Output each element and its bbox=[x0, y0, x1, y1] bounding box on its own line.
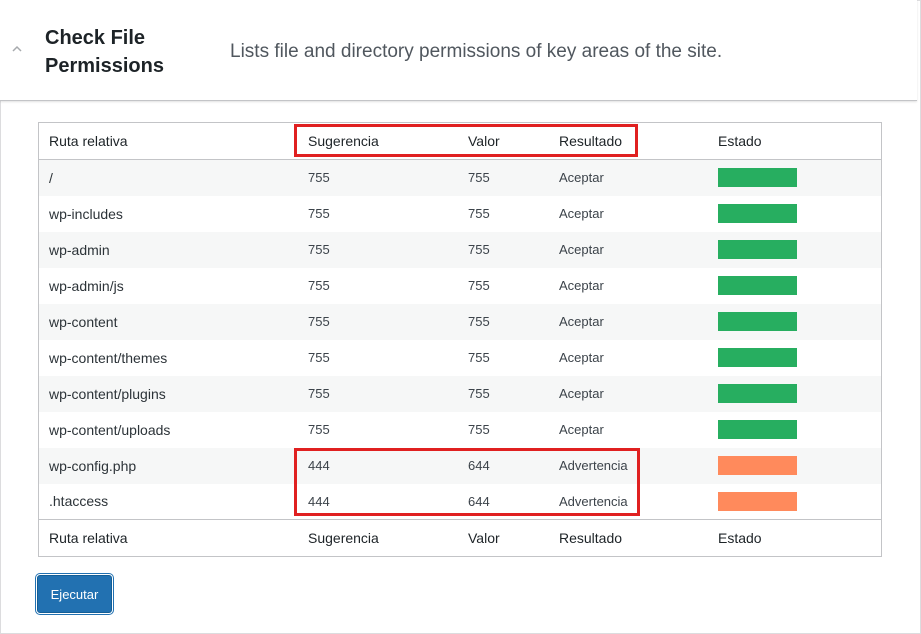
cell-path: wp-config.php bbox=[49, 457, 137, 474]
cell-suggested: 755 bbox=[308, 206, 330, 221]
cell-value: 755 bbox=[468, 386, 490, 401]
cell-value: 755 bbox=[468, 314, 490, 329]
column-header-status: Estado bbox=[718, 133, 762, 149]
cell-path: wp-content bbox=[49, 313, 118, 330]
cell-result: Aceptar bbox=[559, 206, 604, 221]
cell-result: Aceptar bbox=[559, 386, 604, 401]
status-bar bbox=[718, 168, 797, 188]
panel-description: Lists file and directory permissions of … bbox=[230, 41, 723, 62]
cell-path: wp-content/plugins bbox=[49, 385, 166, 402]
cell-result: Aceptar bbox=[559, 242, 604, 257]
cell-result: Advertencia bbox=[559, 458, 628, 473]
column-footer-status: Estado bbox=[718, 530, 762, 546]
cell-value: 755 bbox=[468, 350, 490, 365]
table-row: wp-includes 755 755 Aceptar bbox=[39, 196, 881, 232]
cell-status bbox=[718, 340, 881, 376]
cell-result: Aceptar bbox=[559, 350, 604, 365]
table-footer-row: Ruta relativa Sugerencia Valor Resultado… bbox=[39, 519, 881, 557]
cell-value: 755 bbox=[468, 206, 490, 221]
cell-suggested: 755 bbox=[308, 170, 330, 186]
cell-path: wp-admin bbox=[49, 241, 110, 258]
status-bar bbox=[718, 240, 797, 259]
cell-suggested: 755 bbox=[308, 386, 330, 401]
cell-result: Aceptar bbox=[559, 314, 604, 329]
cell-status bbox=[718, 376, 881, 412]
table-row: / 755 755 Aceptar bbox=[39, 159, 881, 196]
cell-result: Advertencia bbox=[559, 493, 628, 509]
cell-status bbox=[718, 196, 881, 232]
table-header-row: Ruta relativa Sugerencia Valor Resultado… bbox=[39, 123, 881, 160]
column-footer-value: Valor bbox=[468, 530, 500, 546]
cell-path: .htaccess bbox=[49, 493, 109, 510]
status-bar bbox=[718, 491, 797, 511]
table-row: wp-content/themes 755 755 Aceptar bbox=[39, 340, 881, 376]
status-bar bbox=[718, 348, 797, 367]
cell-status bbox=[718, 232, 881, 268]
column-header-value: Valor bbox=[468, 133, 500, 149]
cell-status bbox=[718, 448, 881, 484]
table-row: wp-content 755 755 Aceptar bbox=[39, 303, 881, 340]
cell-path: wp-includes bbox=[49, 205, 123, 222]
cell-status bbox=[718, 304, 881, 340]
cell-value: 755 bbox=[468, 170, 490, 186]
column-header-path: Ruta relativa bbox=[49, 133, 128, 149]
status-bar bbox=[718, 312, 797, 331]
column-header-suggested: Sugerencia bbox=[308, 133, 379, 149]
cell-result: Aceptar bbox=[559, 170, 604, 186]
column-footer-result: Resultado bbox=[559, 530, 623, 546]
table-row: wp-content/plugins 755 755 Aceptar bbox=[39, 375, 881, 412]
cell-status bbox=[718, 484, 881, 520]
run-button[interactable]: Ejecutar bbox=[37, 575, 112, 613]
table-row: wp-content/uploads 755 755 Aceptar bbox=[39, 412, 881, 448]
status-bar bbox=[718, 456, 797, 475]
panel-title: Check File Permissions bbox=[45, 27, 164, 77]
cell-status bbox=[718, 160, 881, 196]
cell-value: 755 bbox=[468, 242, 490, 257]
column-footer-path: Ruta relativa bbox=[49, 530, 128, 546]
status-bar bbox=[718, 204, 797, 223]
cell-value: 644 bbox=[468, 493, 490, 509]
cell-suggested: 755 bbox=[308, 278, 330, 293]
permissions-table: Ruta relativa Sugerencia Valor Resultado… bbox=[38, 122, 882, 557]
status-bar bbox=[718, 276, 797, 295]
table-row: wp-admin/js 755 755 Aceptar bbox=[39, 268, 881, 304]
cell-suggested: 755 bbox=[308, 314, 330, 329]
cell-suggested: 755 bbox=[308, 350, 330, 365]
cell-value: 755 bbox=[468, 278, 490, 293]
column-footer-suggested: Sugerencia bbox=[308, 530, 379, 546]
table-row: wp-admin 755 755 Aceptar bbox=[39, 231, 881, 268]
panel-header[interactable]: Check File Permissions Lists file and di… bbox=[0, 0, 917, 101]
cell-result: Aceptar bbox=[559, 422, 604, 437]
status-bar bbox=[718, 420, 797, 439]
cell-path: / bbox=[49, 169, 53, 186]
cell-value: 644 bbox=[468, 458, 490, 473]
cell-status bbox=[718, 412, 881, 448]
cell-status bbox=[718, 268, 881, 304]
table-row: .htaccess 444 644 Advertencia bbox=[39, 484, 881, 520]
cell-value: 755 bbox=[468, 422, 490, 437]
cell-suggested: 444 bbox=[308, 458, 330, 473]
cell-path: wp-content/uploads bbox=[49, 421, 171, 438]
chevron-up-icon[interactable] bbox=[12, 44, 22, 54]
cell-result: Aceptar bbox=[559, 278, 604, 293]
cell-suggested: 755 bbox=[308, 242, 330, 257]
cell-suggested: 444 bbox=[308, 493, 330, 509]
cell-suggested: 755 bbox=[308, 422, 330, 437]
cell-path: wp-content/themes bbox=[49, 349, 168, 366]
cell-path: wp-admin/js bbox=[49, 277, 124, 294]
column-header-result: Resultado bbox=[559, 133, 623, 149]
status-bar bbox=[718, 384, 797, 403]
table-row: wp-config.php 444 644 Advertencia bbox=[39, 447, 881, 484]
